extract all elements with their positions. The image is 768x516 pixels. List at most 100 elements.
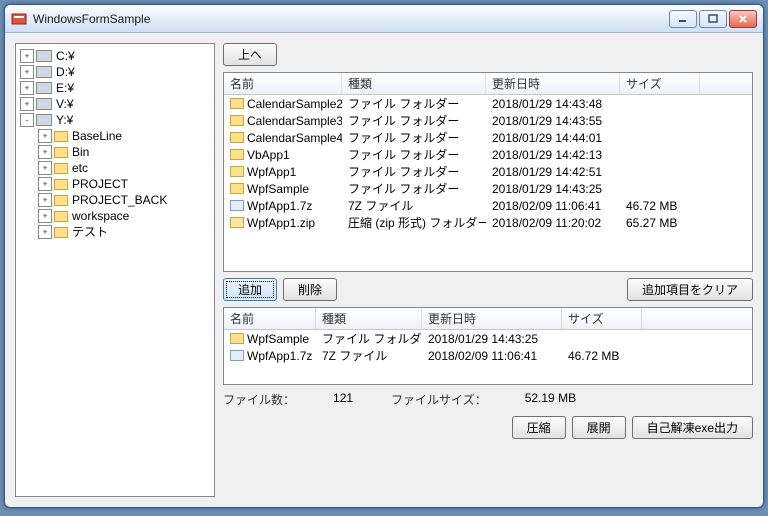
window-buttons	[669, 10, 757, 28]
tree-folder-item[interactable]: + PROJECT_BACK	[20, 192, 210, 208]
list-item[interactable]: WpfApp1.zip圧縮 (zip 形式) フォルダー2018/02/09 1…	[224, 214, 752, 231]
app-icon	[11, 11, 27, 27]
file-date: 2018/01/29 14:44:01	[486, 131, 620, 145]
expand-toggle-icon[interactable]: +	[38, 145, 52, 159]
folder-icon	[230, 183, 244, 194]
sfx-button[interactable]: 自己解凍exe出力	[632, 416, 753, 439]
tree-folder-item[interactable]: +PROJECT	[20, 176, 210, 192]
file-name: CalendarSample4	[247, 131, 342, 145]
file-date: 2018/01/29 14:43:48	[486, 97, 620, 111]
expand-toggle-icon[interactable]: -	[20, 113, 34, 127]
file-type: 圧縮 (zip 形式) フォルダー	[342, 214, 486, 231]
tree-drive-item[interactable]: + C:¥	[20, 48, 210, 64]
list-item[interactable]: CalendarSample4ファイル フォルダー2018/01/29 14:4…	[224, 129, 752, 146]
added-list-header: 名前 種類 更新日時 サイズ	[224, 308, 752, 330]
col2-header-type[interactable]: 種類	[316, 308, 422, 329]
close-button[interactable]	[729, 10, 757, 28]
tree-folder-item[interactable]: + etc	[20, 160, 210, 176]
folder-icon	[230, 115, 244, 126]
up-toolbar: 上へ	[223, 43, 753, 66]
drive-label: C:¥	[56, 48, 75, 64]
compress-button[interactable]: 圧縮	[512, 416, 566, 439]
filecount-value: 121	[333, 391, 353, 405]
list-item[interactable]: WpfApp1ファイル フォルダー2018/01/29 14:42:51	[224, 163, 752, 180]
folder-icon	[54, 131, 68, 142]
expand-toggle-icon[interactable]: +	[38, 129, 52, 143]
maximize-button[interactable]	[699, 10, 727, 28]
filesize-label: ファイルサイズ：	[391, 393, 487, 407]
extract-button[interactable]: 展開	[572, 416, 626, 439]
minimize-button[interactable]	[669, 10, 697, 28]
expand-toggle-icon[interactable]: +	[38, 193, 52, 207]
file-type: ファイル フォルダー	[342, 129, 486, 146]
list-item[interactable]: CalendarSample2ファイル フォルダー2018/01/29 14:4…	[224, 95, 752, 112]
folder-label: BaseLine	[72, 128, 122, 144]
file-date: 2018/02/09 11:20:02	[486, 216, 620, 230]
list-item[interactable]: WpfApp1.7z7Z ファイル2018/02/09 11:06:4146.7…	[224, 197, 752, 214]
folder-label: テスト	[72, 224, 108, 240]
folder-icon	[54, 211, 68, 222]
tree-folder-item[interactable]: + workspace	[20, 208, 210, 224]
expand-toggle-icon[interactable]: +	[38, 161, 52, 175]
folder-label: PROJECT_BACK	[72, 192, 167, 208]
tree-drive-item[interactable]: + D:¥	[20, 64, 210, 80]
add-button[interactable]: 追加	[223, 278, 277, 301]
file-type: ファイル フォルダー	[342, 163, 486, 180]
file-name: WpfSample	[247, 332, 309, 346]
tree-folder-item[interactable]: + テスト	[20, 224, 210, 240]
drive-icon	[36, 98, 52, 110]
tree-drive-item[interactable]: -Y:¥	[20, 112, 210, 128]
titlebar: WindowsFormSample	[5, 5, 763, 33]
folder-icon	[54, 179, 68, 190]
drive-icon	[36, 66, 52, 78]
folder-label: etc	[72, 160, 88, 176]
list-item[interactable]: VbApp1ファイル フォルダー2018/01/29 14:42:13	[224, 146, 752, 163]
expand-toggle-icon[interactable]: +	[38, 209, 52, 223]
zip-icon	[230, 217, 244, 228]
list-item[interactable]: WpfSampleファイル フォルダー2018/01/29 14:43:25	[224, 330, 752, 347]
filecount-label: ファイル数：	[223, 393, 295, 407]
sevenz-icon	[230, 200, 244, 211]
expand-toggle-icon[interactable]: +	[20, 81, 34, 95]
expand-toggle-icon[interactable]: +	[20, 65, 34, 79]
tree-folder-item[interactable]: + Bin	[20, 144, 210, 160]
filesize-value: 52.19 MB	[525, 391, 576, 405]
list-item[interactable]: WpfSampleファイル フォルダー2018/01/29 14:43:25	[224, 180, 752, 197]
col2-header-name[interactable]: 名前	[224, 308, 316, 329]
expand-toggle-icon[interactable]: +	[38, 177, 52, 191]
up-button[interactable]: 上へ	[223, 43, 277, 66]
file-date: 2018/01/29 14:43:55	[486, 114, 620, 128]
main-file-list[interactable]: 名前 種類 更新日時 サイズ CalendarSample2ファイル フォルダー…	[223, 72, 753, 272]
right-pane: 上へ 名前 種類 更新日時 サイズ CalendarSample2ファイル フォ…	[223, 43, 753, 497]
folder-label: workspace	[72, 208, 129, 224]
col2-header-size[interactable]: サイズ	[562, 308, 642, 329]
drive-label: E:¥	[56, 80, 74, 96]
mid-toolbar: 追加 削除 追加項目をクリア	[223, 278, 753, 301]
tree-drive-item[interactable]: + E:¥	[20, 80, 210, 96]
expand-toggle-icon[interactable]: +	[20, 49, 34, 63]
folder-label: Bin	[72, 144, 89, 160]
list-item[interactable]: CalendarSample3ファイル フォルダー2018/01/29 14:4…	[224, 112, 752, 129]
tree-folder-item[interactable]: + BaseLine	[20, 128, 210, 144]
file-date: 2018/01/29 14:43:25	[422, 332, 562, 346]
file-name: WpfApp1	[247, 165, 296, 179]
sevenz-icon	[230, 350, 244, 361]
file-size: 65.27 MB	[620, 216, 700, 230]
tree-drive-item[interactable]: +V:¥	[20, 96, 210, 112]
drive-tree[interactable]: +C:¥+D:¥+E:¥+V:¥-Y:¥+BaseLine+Bin+etc+PR…	[15, 43, 215, 497]
expand-toggle-icon[interactable]: +	[38, 225, 52, 239]
col-header-name[interactable]: 名前	[224, 73, 342, 94]
col-header-size[interactable]: サイズ	[620, 73, 700, 94]
col-header-type[interactable]: 種類	[342, 73, 486, 94]
file-type: 7Z ファイル	[316, 347, 422, 364]
expand-toggle-icon[interactable]: +	[20, 97, 34, 111]
folder-icon	[54, 195, 68, 206]
clear-added-button[interactable]: 追加項目をクリア	[627, 278, 753, 301]
drive-label: D:¥	[56, 64, 75, 80]
col-header-date[interactable]: 更新日時	[486, 73, 620, 94]
col2-header-date[interactable]: 更新日時	[422, 308, 562, 329]
added-file-list[interactable]: 名前 種類 更新日時 サイズ WpfSampleファイル フォルダー2018/0…	[223, 307, 753, 385]
list-item[interactable]: WpfApp1.7z7Z ファイル2018/02/09 11:06:4146.7…	[224, 347, 752, 364]
remove-button[interactable]: 削除	[283, 278, 337, 301]
file-name: CalendarSample3	[247, 114, 342, 128]
